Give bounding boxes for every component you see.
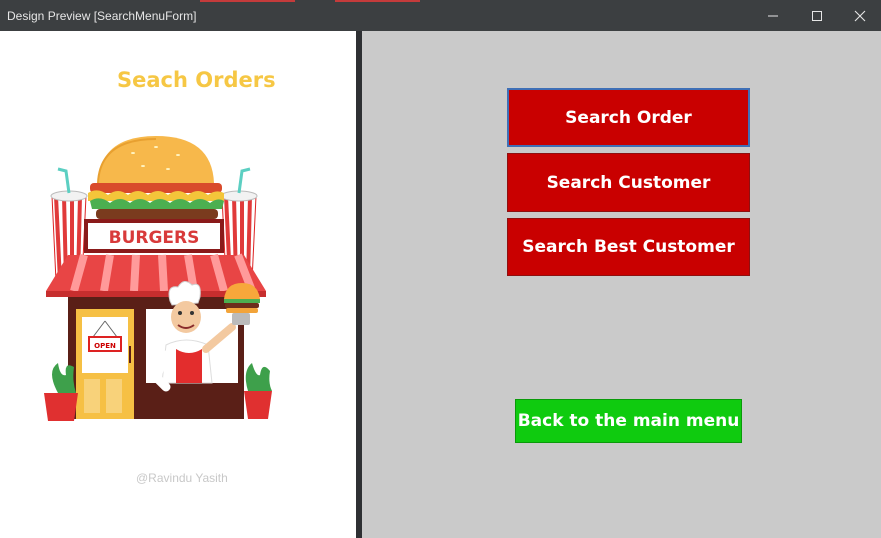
- sign-text: BURGERS: [109, 228, 200, 248]
- small-burger-icon: [224, 283, 260, 313]
- title-bar: Design Preview [SearchMenuForm]: [0, 0, 881, 31]
- maximize-icon: [812, 10, 822, 21]
- close-button[interactable]: [838, 0, 881, 31]
- back-to-main-menu-button[interactable]: Back to the main menu: [515, 399, 742, 443]
- maximize-button[interactable]: [795, 0, 839, 31]
- burger-shop-illustration: BURGERS OPEN: [44, 136, 272, 421]
- right-panel: Search Order Search Customer Search Best…: [362, 31, 881, 538]
- page-title: Seach Orders: [117, 68, 276, 92]
- plant-left-icon: [44, 363, 78, 421]
- credit-text: @Ravindu Yasith: [136, 471, 228, 485]
- search-customer-button[interactable]: Search Customer: [507, 153, 750, 212]
- title-accent: [200, 0, 295, 2]
- title-accent: [335, 0, 420, 2]
- burger-icon: [88, 136, 224, 219]
- search-order-button[interactable]: Search Order: [507, 88, 750, 147]
- left-panel: Seach Orders BURGERS OPEN @Ravindu Yasit…: [0, 31, 356, 538]
- window-title: Design Preview [SearchMenuForm]: [7, 9, 197, 23]
- minimize-icon: [768, 15, 778, 16]
- minimize-button[interactable]: [751, 0, 795, 31]
- close-icon: [854, 10, 866, 21]
- plant-right-icon: [244, 363, 272, 419]
- search-best-customer-button[interactable]: Search Best Customer: [507, 218, 750, 276]
- svg-text:OPEN: OPEN: [94, 342, 116, 350]
